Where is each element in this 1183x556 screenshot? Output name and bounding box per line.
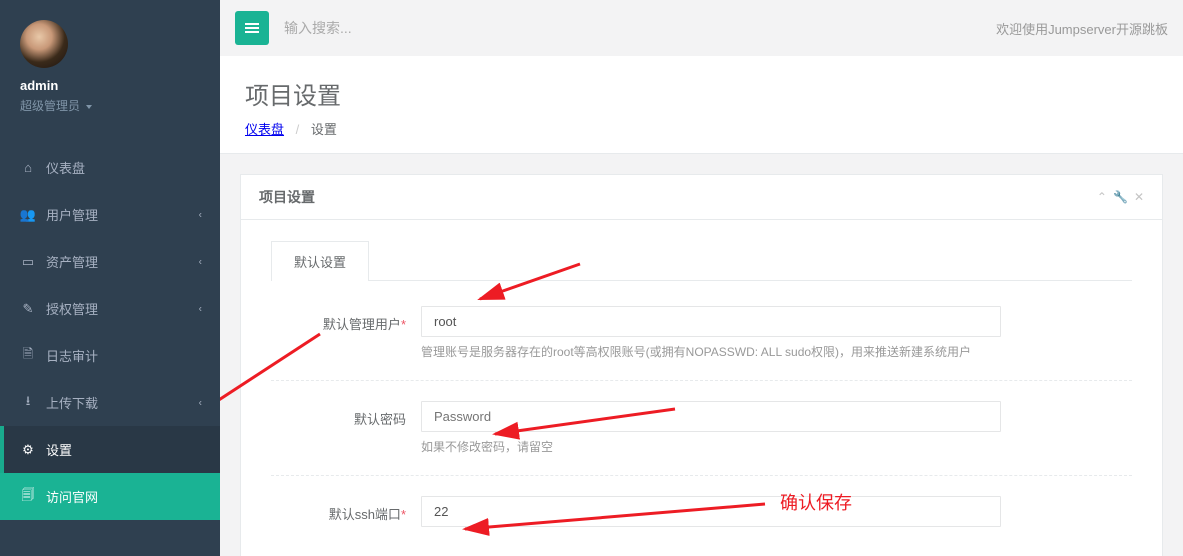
page-title: 项目设置	[245, 76, 1158, 111]
sidebar-item-dashboard: ⌂ 仪表盘	[0, 144, 220, 191]
required-marker: *	[401, 317, 406, 332]
panel-header: 项目设置 ⌃ 🔧 ✕	[241, 175, 1162, 220]
role-label: 超级管理员	[20, 99, 80, 113]
sidebar-item-assets: ▭ 资产管理 ‹	[0, 238, 220, 285]
annotation-confirm-save: 确认保存	[780, 489, 852, 515]
users-icon: 👥	[20, 207, 36, 223]
sidebar-item-perms: ✎ 授权管理 ‹	[0, 285, 220, 332]
breadcrumb: 仪表盘 / 设置	[245, 119, 1158, 138]
breadcrumb-separator: /	[296, 122, 300, 137]
sidebar: admin 超级管理员 ⌂ 仪表盘 👥 用户管理 ‹ ▭ 资产管理 ‹ ✎ 授权管理 ‹ 🗎 日…	[0, 0, 220, 556]
dashboard-icon: ⌂	[20, 160, 36, 176]
ssh-port-input[interactable]	[421, 496, 1001, 527]
chevron-left-icon: ‹	[199, 397, 202, 408]
ssh-port-field	[421, 496, 1001, 527]
divider	[271, 475, 1132, 476]
file-icon: 🗎	[20, 348, 36, 364]
sidebar-item-settings: ⚙ 设置	[0, 426, 220, 473]
sidebar-item-label: 访问官网	[46, 487, 98, 506]
sidebar-item-label: 上传下载	[46, 393, 98, 412]
panel-body: 默认设置 默认管理用户* 管理账号是服务器存在的root等高权限账号(或拥有NO…	[241, 220, 1162, 556]
sidebar-item-label: 日志审计	[46, 346, 98, 365]
topbar: 欢迎使用Jumpserver开源跳板	[220, 0, 1183, 56]
divider	[271, 380, 1132, 381]
settings-panel: 项目设置 ⌃ 🔧 ✕ 默认设置 默认管理用户*	[240, 174, 1163, 556]
welcome-text: 欢迎使用Jumpserver开源跳板	[996, 19, 1168, 38]
files-icon: 🗐	[20, 489, 36, 505]
main-content: 欢迎使用Jumpserver开源跳板 项目设置 仪表盘 / 设置 项目设置 ⌃ …	[220, 0, 1183, 556]
sidebar-item-updown: ⭳ 上传下载 ‹	[0, 379, 220, 426]
menu-toggle-button[interactable]	[235, 11, 269, 45]
panel-title: 项目设置	[259, 187, 315, 207]
download-icon: ⭳	[20, 395, 36, 411]
sidebar-item-users: 👥 用户管理 ‹	[0, 191, 220, 238]
admin-user-label: 默认管理用户*	[271, 306, 421, 333]
required-marker: *	[401, 507, 406, 522]
gear-icon: ⚙	[20, 442, 36, 458]
sidebar-item-label: 授权管理	[46, 299, 98, 318]
admin-user-field: 管理账号是服务器存在的root等高权限账号(或拥有NOPASSWD: ALL s…	[421, 306, 1001, 362]
ssh-port-label: 默认ssh端口*	[271, 496, 421, 523]
sidebar-item-audit: 🗎 日志审计	[0, 332, 220, 379]
password-input[interactable]	[421, 401, 1001, 432]
chevron-left-icon: ‹	[199, 303, 202, 314]
content-area: 项目设置 ⌃ 🔧 ✕ 默认设置 默认管理用户*	[220, 154, 1183, 556]
password-field: 如果不修改密码，请留空	[421, 401, 1001, 457]
panel-tools: ⌃ 🔧 ✕	[1097, 190, 1144, 204]
chevron-left-icon: ‹	[199, 209, 202, 220]
password-help: 如果不修改密码，请留空	[421, 438, 1001, 457]
tabs: 默认设置	[271, 240, 1132, 281]
wrench-icon[interactable]: 🔧	[1113, 190, 1128, 204]
sidebar-item-label: 资产管理	[46, 252, 98, 271]
laptop-icon: ▭	[20, 254, 36, 270]
nav-menu: ⌂ 仪表盘 👥 用户管理 ‹ ▭ 资产管理 ‹ ✎ 授权管理 ‹ 🗎 日志审计 ⭳ 上传下载 ‹ ⚙…	[0, 144, 220, 520]
admin-user-help: 管理账号是服务器存在的root等高权限账号(或拥有NOPASSWD: ALL s…	[421, 343, 1001, 362]
close-icon[interactable]: ✕	[1134, 190, 1144, 204]
breadcrumb-home[interactable]: 仪表盘	[245, 122, 284, 137]
role-dropdown[interactable]: 超级管理员	[20, 97, 200, 114]
form-row-password: 默认密码 如果不修改密码，请留空	[271, 401, 1132, 457]
caret-down-icon	[86, 105, 92, 109]
collapse-icon[interactable]: ⌃	[1097, 190, 1107, 204]
tab-default-settings[interactable]: 默认设置	[271, 241, 369, 281]
sidebar-item-label: 用户管理	[46, 205, 98, 224]
sidebar-item-website: 🗐 访问官网	[0, 473, 220, 520]
chevron-left-icon: ‹	[199, 256, 202, 267]
username: admin	[20, 78, 200, 93]
profile-block: admin 超级管理员	[0, 0, 220, 129]
sidebar-item-label: 仪表盘	[46, 158, 85, 177]
page-header: 项目设置 仪表盘 / 设置	[220, 56, 1183, 154]
admin-user-input[interactable]	[421, 306, 1001, 337]
form-row-admin-user: 默认管理用户* 管理账号是服务器存在的root等高权限账号(或拥有NOPASSW…	[271, 306, 1132, 362]
search-input[interactable]	[284, 20, 584, 36]
password-label: 默认密码	[271, 401, 421, 428]
form-row-ssh-port: 默认ssh端口*	[271, 496, 1132, 527]
avatar[interactable]	[20, 20, 68, 68]
breadcrumb-current: 设置	[311, 122, 337, 137]
sidebar-item-label: 设置	[46, 440, 72, 459]
edit-icon: ✎	[20, 301, 36, 317]
